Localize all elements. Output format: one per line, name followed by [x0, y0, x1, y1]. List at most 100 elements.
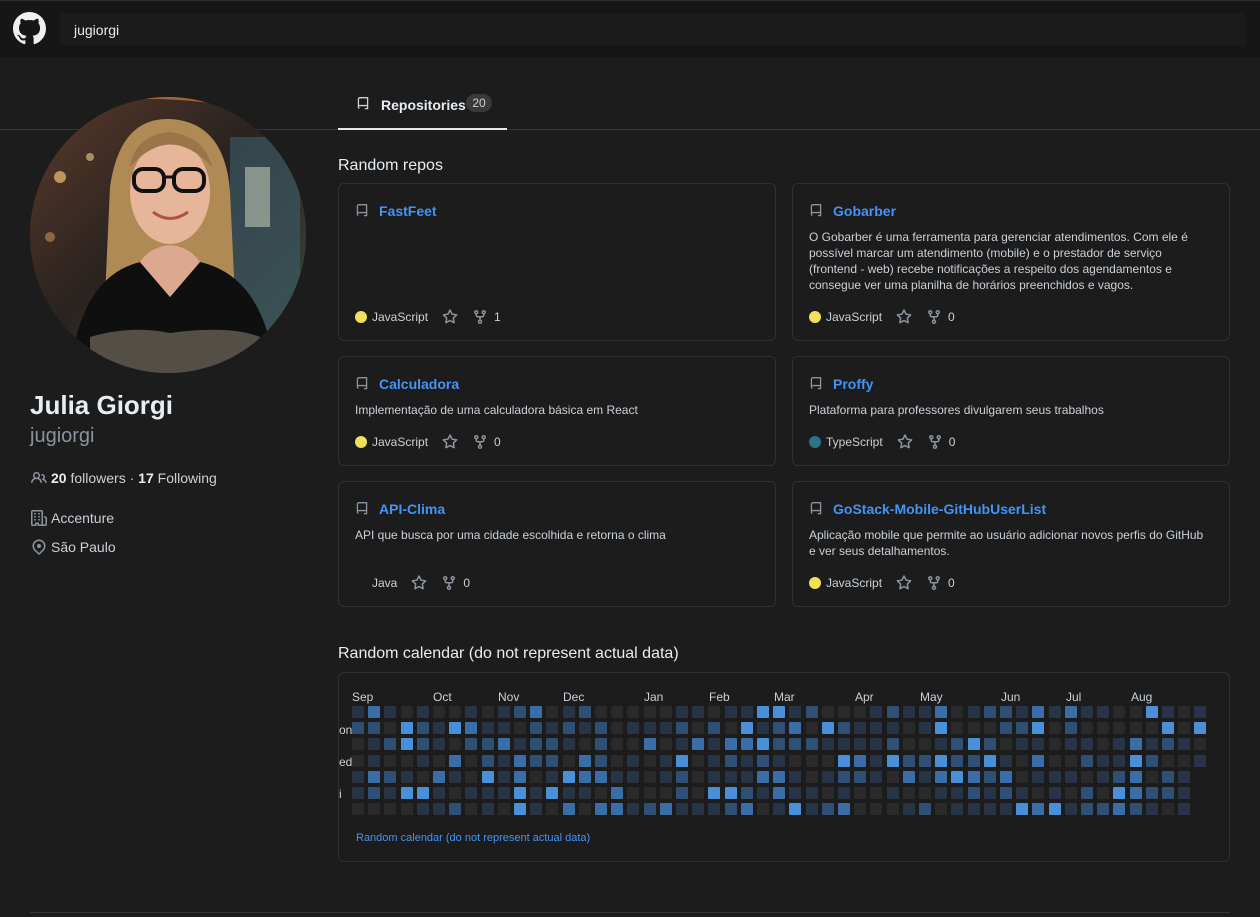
repo-name-link[interactable]: GoStack-Mobile-GitHubUserList	[833, 501, 1046, 517]
calendar-day-cell	[919, 787, 931, 799]
calendar-day-cell	[1178, 722, 1191, 735]
star-icon[interactable]	[897, 434, 913, 450]
github-mark-icon[interactable]	[13, 12, 46, 45]
search-input[interactable]: jugiorgi	[60, 13, 1246, 45]
tab-label: Repositories	[381, 97, 466, 113]
calendar-day-cell	[821, 738, 834, 751]
repo-card: Proffy Plataforma para professores divulg…	[792, 356, 1230, 466]
calendar-day-cell	[805, 722, 818, 735]
star-icon[interactable]	[896, 575, 912, 591]
calendar-day-cell	[481, 770, 494, 783]
top-bar: jugiorgi	[0, 0, 1260, 57]
calendar-day-cell	[416, 754, 429, 767]
calendar-day-cell	[870, 770, 883, 783]
calendar-day-cell	[886, 706, 899, 718]
fork-icon[interactable]	[441, 575, 457, 591]
footer-divider	[30, 912, 1230, 913]
star-icon[interactable]	[896, 309, 912, 325]
star-icon[interactable]	[411, 575, 427, 591]
calendar-day-cell	[757, 706, 769, 718]
calendar-day-cell	[1000, 706, 1012, 718]
calendar-day-cell	[449, 706, 462, 718]
calendar-day-cell	[676, 738, 688, 751]
calendar-day-cell	[692, 754, 705, 767]
following-link[interactable]: 17 Following	[138, 470, 217, 486]
calendar-day-cell	[1048, 754, 1061, 767]
calendar-day-cell	[627, 754, 640, 767]
repo-name-link[interactable]: API-Clima	[379, 501, 445, 517]
calendar-day-cell	[838, 754, 850, 767]
repo-name-link[interactable]: Calculadora	[379, 376, 459, 392]
calendar-day-cell	[416, 770, 429, 783]
repo-meta: JavaScript 0	[809, 575, 955, 591]
calendar-day-cell	[838, 706, 850, 718]
calendar-day-cell	[1064, 787, 1077, 799]
calendar-day-cell	[967, 722, 980, 735]
calendar-day-cell	[416, 787, 429, 799]
calendar-day-cell	[740, 706, 753, 718]
calendar-day-cell	[611, 706, 624, 718]
calendar-day-cell	[497, 770, 510, 783]
calendar-day-cell	[757, 722, 769, 735]
calendar-day-label: ed	[339, 755, 353, 769]
calendar-day-cell	[659, 706, 672, 718]
calendar-day-cell	[919, 706, 931, 718]
repo-meta: Java 0	[355, 575, 470, 591]
calendar-day-cell	[449, 770, 462, 783]
calendar-day-cell	[578, 722, 591, 735]
calendar-day-cell	[821, 754, 834, 767]
calendar-day-cell	[530, 787, 543, 799]
calendar-footer-link[interactable]: Random calendar (do not represent actual…	[356, 832, 590, 844]
fork-icon[interactable]	[926, 309, 942, 325]
fork-icon[interactable]	[472, 434, 488, 450]
calendar-day-cell	[1032, 706, 1045, 718]
calendar-day-cell	[838, 803, 850, 816]
repo-meta: JavaScript 0	[809, 309, 955, 325]
calendar-day-cell	[384, 754, 397, 767]
fork-icon[interactable]	[472, 309, 488, 325]
calendar-day-cell	[546, 803, 559, 816]
calendar-day-cell	[1016, 803, 1029, 816]
calendar-day-cell	[1016, 787, 1029, 799]
calendar-day-cell	[870, 803, 883, 816]
calendar-day-cell	[643, 722, 656, 735]
calendar-day-cell	[838, 738, 850, 751]
calendar-day-cell	[1032, 770, 1045, 783]
star-icon[interactable]	[442, 434, 458, 450]
calendar-day-cell	[368, 770, 381, 783]
repo-icon	[356, 502, 368, 515]
tab-repositories[interactable]: Repositories 20	[338, 86, 507, 130]
repo-name-link[interactable]: Gobarber	[833, 203, 896, 219]
calendar-day-cell	[886, 770, 899, 783]
repo-icon	[810, 502, 822, 515]
repo-name-link[interactable]: FastFeet	[379, 203, 437, 219]
calendar-day-cell	[416, 738, 429, 751]
repo-icon	[356, 377, 368, 390]
calendar-day-cell	[514, 738, 526, 751]
calendar-day-cell	[902, 738, 915, 751]
star-icon[interactable]	[442, 309, 458, 325]
language-color-dot	[355, 311, 367, 323]
calendar-day-cell	[1032, 722, 1045, 735]
profile-company: Accenture	[31, 510, 114, 526]
calendar-day-cell	[481, 706, 494, 718]
calendar-month-label: Oct	[433, 690, 452, 704]
calendar-day-cell	[1178, 754, 1191, 767]
calendar-day-cell	[805, 787, 818, 799]
calendar-day-cell	[400, 738, 413, 751]
calendar-day-cell	[805, 738, 818, 751]
calendar-day-cell	[578, 787, 591, 799]
calendar-day-cell	[692, 787, 705, 799]
calendar-day-cell	[352, 706, 364, 718]
repo-icon	[810, 377, 822, 390]
repo-name-link[interactable]: Proffy	[833, 376, 873, 392]
calendar-day-cell	[659, 738, 672, 751]
followers-link[interactable]: 20 followers	[51, 470, 126, 486]
fork-icon[interactable]	[926, 575, 942, 591]
calendar-day-cell	[1129, 722, 1142, 735]
fork-icon[interactable]	[927, 434, 943, 450]
calendar-day-cell	[1145, 754, 1158, 767]
calendar-day-cell	[578, 706, 591, 718]
location-pin-icon	[32, 539, 46, 555]
calendar-day-cell	[1178, 787, 1191, 799]
